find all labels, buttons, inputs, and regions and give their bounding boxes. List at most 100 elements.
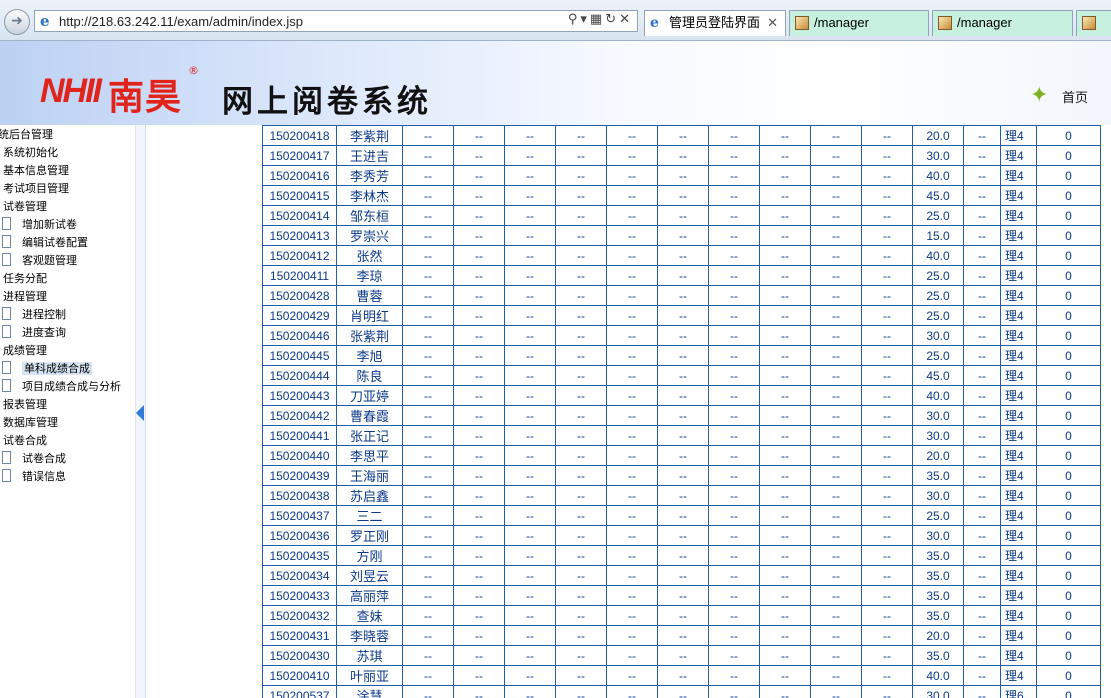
empty-score-cell: -- xyxy=(402,645,454,666)
empty-score-cell: -- xyxy=(708,605,760,626)
dropdown-icon[interactable]: ▾ xyxy=(580,12,590,27)
address-tools[interactable]: ⚲▾▦↻✕ xyxy=(568,12,633,27)
compat-view-icon[interactable]: ▦ xyxy=(590,12,605,27)
subject-cell: 理4 xyxy=(1000,485,1037,506)
empty-score-cell: -- xyxy=(708,305,760,326)
empty-score-cell: -- xyxy=(453,305,505,326)
collapse-arrow-icon[interactable] xyxy=(136,405,144,421)
home-star-icon[interactable]: ✦ xyxy=(1030,83,1048,108)
empty-score-cell: -- xyxy=(810,465,862,486)
empty-score-cell: -- xyxy=(504,165,556,186)
sidebar-item[interactable]: 错误信息 xyxy=(0,468,66,486)
ie-icon: e xyxy=(650,15,659,31)
browser-tab[interactable] xyxy=(1076,10,1111,36)
empty-score-cell: -- xyxy=(555,245,607,266)
empty-score-cell: -- xyxy=(861,125,913,146)
address-bar[interactable]: e http://218.63.242.11/exam/admin/index.… xyxy=(34,10,638,32)
subject-cell: 理4 xyxy=(1000,445,1037,466)
sidebar-item[interactable]: 试卷管理 xyxy=(3,198,47,216)
sidebar-item[interactable]: 客观题管理 xyxy=(0,252,77,270)
sidebar-item[interactable]: 任务分配 xyxy=(3,270,47,288)
student-name-cell: 王进吉 xyxy=(336,145,403,166)
empty-score-cell: -- xyxy=(861,605,913,626)
empty-score-cell: -- xyxy=(402,605,454,626)
empty-score-cell: -- xyxy=(453,565,505,586)
back-arrow-icon[interactable]: ➜ xyxy=(4,9,30,35)
document-icon xyxy=(2,217,11,230)
empty-score-cell: -- xyxy=(810,125,862,146)
status-cell: 0 xyxy=(1036,525,1101,546)
empty-score-cell: -- xyxy=(606,505,658,526)
sidebar-item[interactable]: 试卷合成 xyxy=(3,432,47,450)
sidebar-item[interactable]: 增加新试卷 xyxy=(0,216,77,234)
empty-score-cell: -- xyxy=(759,345,811,366)
total-score-cell: 25.0 xyxy=(912,505,964,526)
sidebar-item[interactable]: 数据库管理 xyxy=(3,414,58,432)
subject-cell: 理4 xyxy=(1000,665,1037,686)
browser-tab[interactable]: /manager xyxy=(789,10,929,36)
total-score-cell: 30.0 xyxy=(912,525,964,546)
empty-score-cell: -- xyxy=(810,165,862,186)
empty-score-cell: -- xyxy=(402,145,454,166)
close-tab-icon[interactable]: ✕ xyxy=(767,11,778,35)
sidebar-item[interactable]: 成绩管理 xyxy=(3,342,47,360)
tab-label: /manager xyxy=(957,15,1012,30)
empty-score-cell: -- xyxy=(708,445,760,466)
sidebar-item[interactable]: 统后台管理 xyxy=(0,126,53,144)
empty-score-cell: -- xyxy=(402,125,454,146)
sidebar-item[interactable]: 试卷合成 xyxy=(0,450,66,468)
url-text[interactable]: http://218.63.242.11/exam/admin/index.js… xyxy=(59,14,303,29)
empty-score-cell: -- xyxy=(453,145,505,166)
empty-score-cell: -- xyxy=(657,285,709,306)
sidebar-item[interactable]: 考试项目管理 xyxy=(3,180,69,198)
status-cell: 0 xyxy=(1036,465,1101,486)
empty-score-cell: -- xyxy=(555,445,607,466)
empty-score-cell: -- xyxy=(759,505,811,526)
status-cell: 0 xyxy=(1036,225,1101,246)
sidebar-item[interactable]: 基本信息管理 xyxy=(3,162,69,180)
empty-score-cell: -- xyxy=(657,265,709,286)
header-banner: NHII 南昊 ® 网上阅卷系统 ✦ 首页 xyxy=(0,41,1111,125)
empty-score-cell: -- xyxy=(504,425,556,446)
empty-score-cell: -- xyxy=(657,145,709,166)
sidebar-item[interactable]: 报表管理 xyxy=(3,396,47,414)
sidebar-item[interactable]: 单科成绩合成 xyxy=(0,360,92,378)
empty-score-cell: -- xyxy=(555,325,607,346)
empty-score-cell: -- xyxy=(555,665,607,686)
empty-score-cell: -- xyxy=(504,685,556,698)
sidebar-item[interactable]: 进度查询 xyxy=(0,324,66,342)
empty-score-cell: -- xyxy=(606,465,658,486)
home-link[interactable]: 首页 xyxy=(1062,87,1088,106)
empty-score-cell: -- xyxy=(453,505,505,526)
empty-score-cell: -- xyxy=(810,525,862,546)
table-row: 150200446 张紫荆 -- -- -- -- -- -- -- -- -- -- 30.0 -- 理4… xyxy=(262,325,1101,346)
empty-score-cell: -- xyxy=(504,625,556,646)
subject-cell: 理4 xyxy=(1000,265,1037,286)
sidebar-item[interactable]: 系统初始化 xyxy=(3,144,58,162)
empty-score-cell: -- xyxy=(504,125,556,146)
sidebar-item[interactable]: 项目成绩合成与分析 xyxy=(0,378,121,396)
empty-score-cell: -- xyxy=(963,445,1001,466)
empty-score-cell: -- xyxy=(963,325,1001,346)
empty-score-cell: -- xyxy=(402,665,454,686)
empty-score-cell: -- xyxy=(453,685,505,698)
empty-score-cell: -- xyxy=(810,205,862,226)
student-name-cell: 罗崇兴 xyxy=(336,225,403,246)
empty-score-cell: -- xyxy=(453,165,505,186)
refresh-icon[interactable]: ↻ xyxy=(605,12,619,27)
browser-tab[interactable]: e 管理员登陆界面 ✕ xyxy=(644,10,786,36)
sidebar-item[interactable]: 编辑试卷配置 xyxy=(0,234,88,252)
empty-score-cell: -- xyxy=(708,665,760,686)
sidebar-item[interactable]: 进程管理 xyxy=(3,288,47,306)
empty-score-cell: -- xyxy=(606,305,658,326)
browser-tab[interactable]: /manager xyxy=(932,10,1073,36)
empty-score-cell: -- xyxy=(504,145,556,166)
subject-cell: 理4 xyxy=(1000,225,1037,246)
empty-score-cell: -- xyxy=(861,165,913,186)
stop-icon[interactable]: ✕ xyxy=(619,12,633,27)
status-cell: 0 xyxy=(1036,625,1101,646)
sidebar-item[interactable]: 进程控制 xyxy=(0,306,66,324)
empty-score-cell: -- xyxy=(759,425,811,446)
search-icon[interactable]: ⚲ xyxy=(568,12,581,27)
empty-score-cell: -- xyxy=(657,525,709,546)
